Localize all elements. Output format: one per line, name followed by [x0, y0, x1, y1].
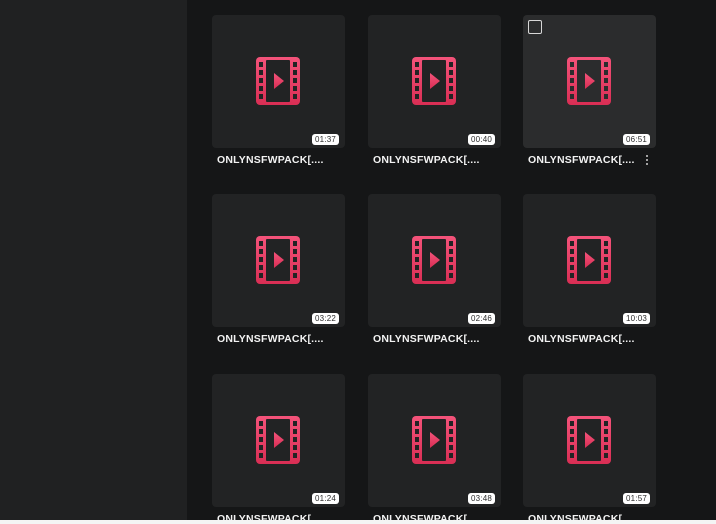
video-file-icon [256, 57, 300, 105]
video-card[interactable]: 10:03 ONLYNSFWPACK[.... [523, 194, 656, 345]
video-title[interactable]: ONLYNSFWPACK[ [217, 512, 311, 520]
duration-badge: 03:48 [467, 493, 495, 504]
video-grid: 01:37 ONLYNSFWPACK[.... 00:40 ONLYNSFWPA… [187, 0, 716, 520]
video-card[interactable]: 02:46 ONLYNSFWPACK[.... [368, 194, 501, 345]
video-card[interactable]: 00:40 ONLYNSFWPACK[.... [368, 15, 501, 166]
video-card[interactable]: 01:57 ONLYNSFWPACK[ [523, 374, 656, 520]
video-card[interactable]: 06:51 ONLYNSFWPACK[.... [523, 15, 656, 166]
video-card[interactable]: 03:48 ONLYNSFWPACK[ [368, 374, 501, 520]
duration-badge: 03:22 [311, 313, 339, 324]
video-thumbnail[interactable]: 06:51 [523, 15, 656, 148]
video-file-icon [256, 416, 300, 464]
kebab-menu-icon[interactable] [643, 153, 651, 167]
checkbox-icon[interactable] [528, 20, 542, 34]
sidebar [0, 0, 187, 520]
video-card[interactable]: 03:22 ONLYNSFWPACK[.... [212, 194, 345, 345]
video-title[interactable]: ONLYNSFWPACK[.... [528, 153, 635, 167]
video-title[interactable]: ONLYNSFWPACK[.... [373, 153, 480, 167]
duration-badge: 00:40 [467, 134, 495, 145]
video-file-icon [256, 236, 300, 284]
video-title[interactable]: ONLYNSFWPACK[ [528, 512, 622, 520]
video-title[interactable]: ONLYNSFWPACK[.... [217, 332, 324, 346]
duration-badge: 01:57 [622, 493, 650, 504]
window-bottom-edge [0, 520, 716, 524]
video-file-icon [412, 416, 456, 464]
video-title[interactable]: ONLYNSFWPACK[ [373, 512, 467, 520]
video-thumbnail[interactable]: 01:57 [523, 374, 656, 507]
video-thumbnail[interactable]: 03:48 [368, 374, 501, 507]
video-file-icon [412, 57, 456, 105]
video-title[interactable]: ONLYNSFWPACK[.... [217, 153, 324, 167]
video-title[interactable]: ONLYNSFWPACK[.... [528, 332, 635, 346]
video-file-icon [567, 57, 611, 105]
video-thumbnail[interactable]: 00:40 [368, 15, 501, 148]
video-title[interactable]: ONLYNSFWPACK[.... [373, 332, 480, 346]
video-card[interactable]: 01:24 ONLYNSFWPACK[ [212, 374, 345, 520]
duration-badge: 01:24 [311, 493, 339, 504]
video-file-icon [567, 416, 611, 464]
duration-badge: 06:51 [622, 134, 650, 145]
video-thumbnail[interactable]: 02:46 [368, 194, 501, 327]
video-thumbnail[interactable]: 03:22 [212, 194, 345, 327]
video-thumbnail[interactable]: 01:24 [212, 374, 345, 507]
duration-badge: 10:03 [622, 313, 650, 324]
video-card[interactable]: 01:37 ONLYNSFWPACK[.... [212, 15, 345, 166]
duration-badge: 02:46 [467, 313, 495, 324]
video-file-icon [567, 236, 611, 284]
duration-badge: 01:37 [311, 134, 339, 145]
video-thumbnail[interactable]: 01:37 [212, 15, 345, 148]
video-file-icon [412, 236, 456, 284]
video-thumbnail[interactable]: 10:03 [523, 194, 656, 327]
